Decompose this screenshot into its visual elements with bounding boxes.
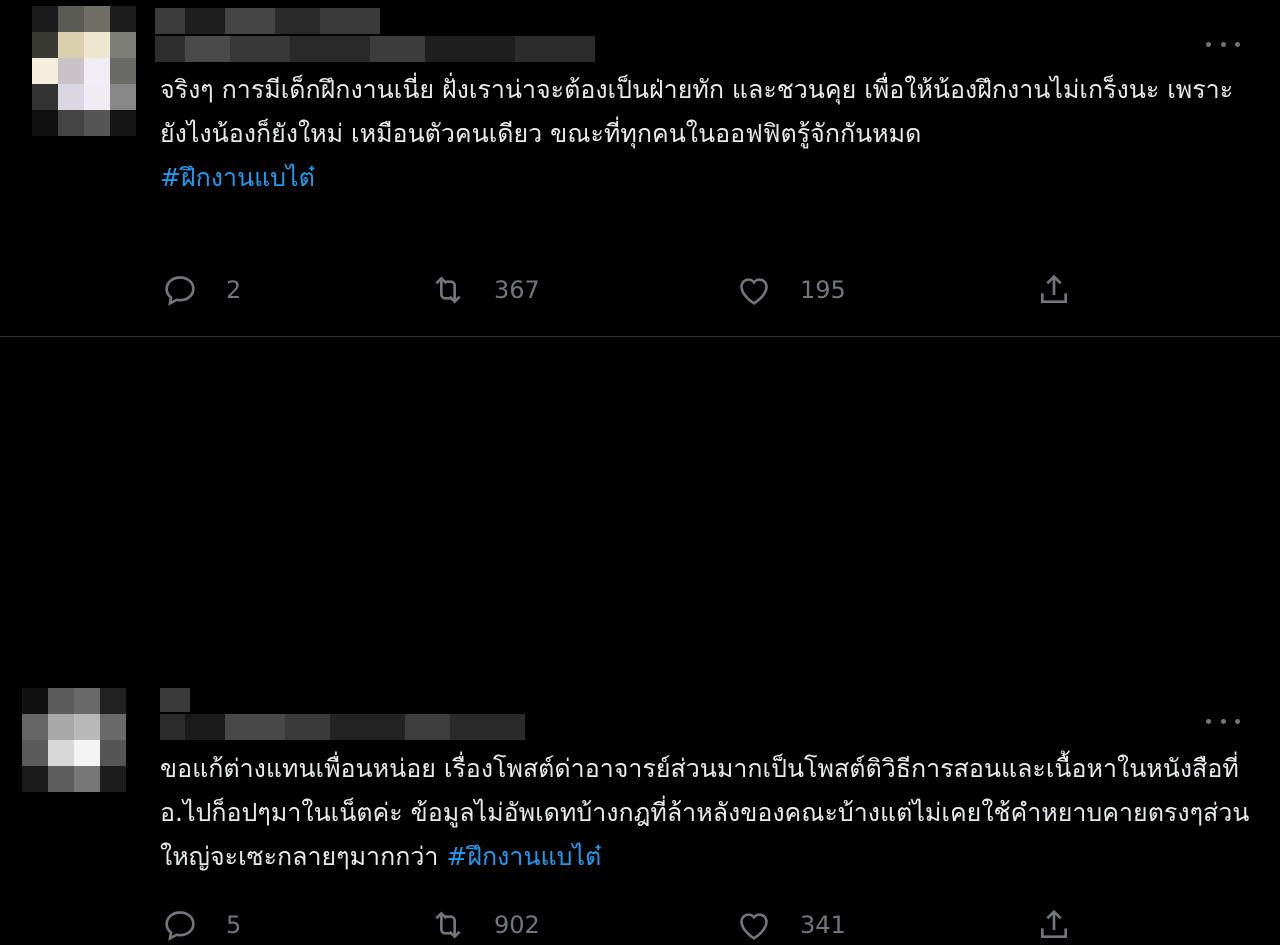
tweet-text: จริงๆ การมีเด็กฝึกงานเนี่ย ฝั่งเราน่าจะต…	[160, 68, 1252, 200]
share-icon	[1041, 909, 1067, 938]
reply-icon	[165, 276, 195, 306]
like-count: 195	[800, 276, 846, 304]
hashtag-link[interactable]: #ฝึกงานแบไต๋	[446, 842, 601, 871]
tweet[interactable]: จริงๆ การมีเด็กฝึกงานเนี่ย ฝั่งเราน่าจะต…	[0, 0, 1280, 337]
avatar[interactable]	[32, 6, 136, 136]
like-icon	[740, 278, 768, 305]
more-icon[interactable]	[1206, 34, 1240, 54]
tweet-text: ขอแก้ต่างแทนเพื่อนหน่อย เรื่องโพสต์ด่าอา…	[160, 747, 1252, 879]
user-name-blurred[interactable]	[160, 688, 190, 712]
tweet-actions: 5 902 341	[160, 905, 1080, 945]
retweet-count: 367	[494, 276, 540, 304]
retweet-icon	[435, 911, 461, 939]
reply-button[interactable]: 5	[160, 905, 241, 945]
retweet-icon	[435, 276, 461, 304]
reply-count: 5	[226, 911, 242, 939]
tweet-body: จริงๆ การมีเด็กฝึกงานเนี่ย ฝั่งเราน่าจะต…	[160, 75, 1234, 148]
more-icon[interactable]	[1206, 711, 1240, 731]
retweet-button[interactable]: 367	[428, 270, 540, 310]
tweet-body: ขอแก้ต่างแทนเพื่อนหน่อย เรื่องโพสต์ด่าอา…	[160, 754, 1250, 871]
like-button[interactable]: 195	[734, 270, 846, 310]
reply-count: 2	[226, 276, 242, 304]
tweet-actions: 2 367 195	[160, 270, 1080, 310]
share-button[interactable]	[1034, 905, 1074, 945]
hashtag-link[interactable]: #ฝึกงานแบไต๋	[160, 163, 315, 192]
like-button[interactable]: 341	[734, 905, 846, 945]
user-handle-blurred	[160, 714, 525, 740]
share-icon	[1041, 274, 1067, 303]
retweet-button[interactable]: 902	[428, 905, 540, 945]
avatar[interactable]	[22, 688, 126, 792]
retweet-count: 902	[494, 911, 540, 939]
user-handle-blurred	[155, 36, 595, 62]
share-button[interactable]	[1034, 270, 1074, 310]
reply-button[interactable]: 2	[160, 270, 241, 310]
tweet[interactable]: ขอแก้ต่างแทนเพื่อนหน่อย เรื่องโพสต์ด่าอา…	[0, 337, 1280, 941]
like-count: 341	[800, 911, 846, 939]
user-name-blurred[interactable]	[155, 8, 380, 34]
like-icon	[740, 913, 768, 940]
reply-icon	[165, 911, 195, 941]
